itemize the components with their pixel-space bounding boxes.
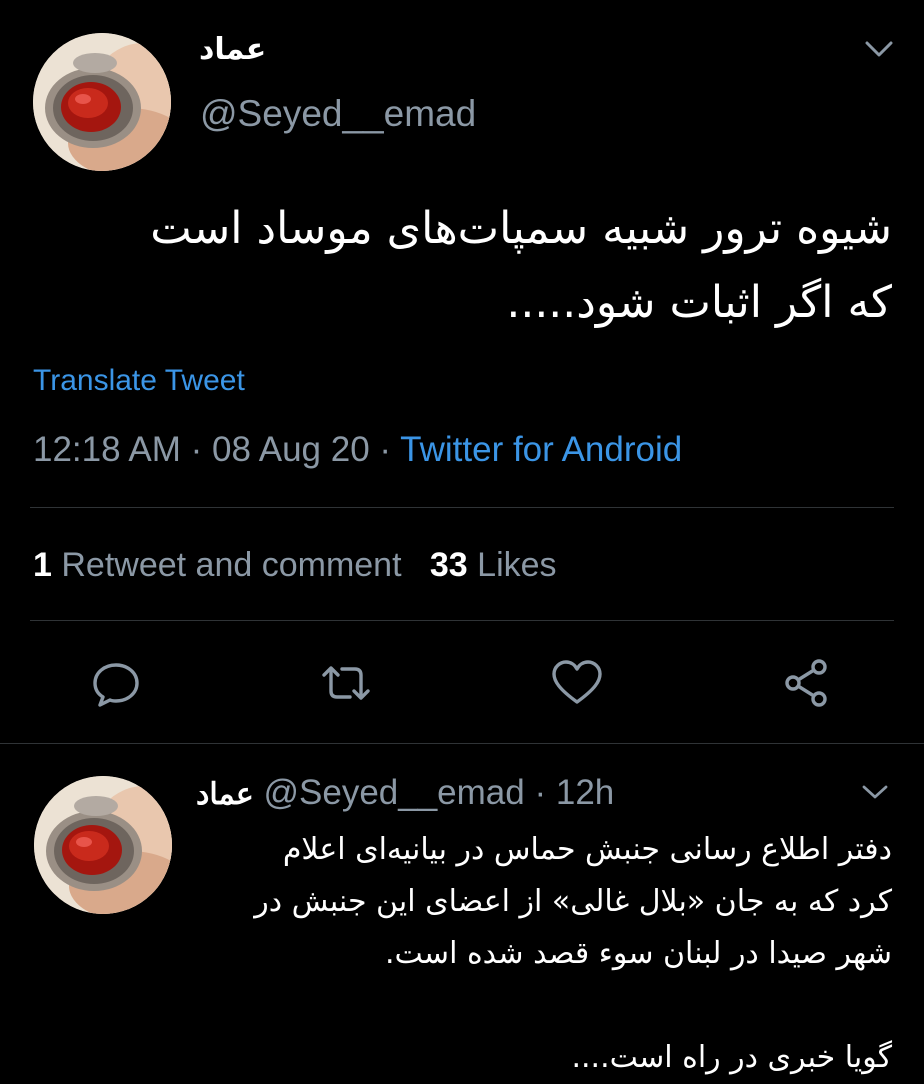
likes-label: Likes <box>477 546 557 584</box>
tweet-time: 12:18 AM <box>33 430 181 469</box>
ring-photo-avatar <box>34 776 172 914</box>
heart-icon <box>552 660 602 704</box>
reply-text-blank-line <box>190 980 892 1032</box>
reply-age: 12h <box>555 773 615 812</box>
chevron-down-icon <box>865 41 893 57</box>
reply-separator: · <box>534 773 547 812</box>
tweet-date: 08 Aug 20 <box>212 430 370 469</box>
reply-text-line: دفتر اطلاع رسانی جنبش حماس در بیانیه‌ای … <box>282 832 892 867</box>
chevron-down-icon <box>862 785 888 799</box>
likes-stat[interactable]: 33 Likes <box>430 546 557 584</box>
reply-handle[interactable]: @Seyed__emad <box>263 773 524 812</box>
reply-text: دفتر اطلاع رسانی جنبش حماس در بیانیه‌ای … <box>190 824 892 1084</box>
tweet-source-link[interactable]: Twitter for Android <box>400 430 682 469</box>
tweet-menu-button[interactable] <box>862 36 896 62</box>
reply-display-name[interactable]: عماد <box>196 778 254 811</box>
share-icon <box>785 659 827 707</box>
retweets-label: Retweet and comment <box>61 546 402 584</box>
tweet-text: شیوه ترور شبیه سمپات‌های موساد است که اگ… <box>30 192 892 340</box>
meta-separator: · <box>190 430 203 469</box>
reply-text-line: گویا خبری در راه است.... <box>571 1040 892 1075</box>
comment-bubble-icon <box>93 663 139 707</box>
reply-text-line: شهر صیدا در لبنان سوء قصد شده است. <box>384 936 892 971</box>
divider <box>30 620 894 621</box>
retweet-button[interactable] <box>318 655 374 711</box>
tweet-meta: 12:18 AM · 08 Aug 20 · Twitter for Andro… <box>33 430 682 470</box>
reply-menu-button[interactable] <box>860 781 890 803</box>
ring-photo-avatar <box>33 33 171 171</box>
author-avatar[interactable] <box>33 33 171 171</box>
reply-button[interactable] <box>88 655 144 711</box>
tweet-text-line: شیوه ترور شبیه سمپات‌های موساد است <box>150 203 892 254</box>
tweet-text-line: که اگر اثبات شود..... <box>506 277 892 328</box>
reply-author-avatar[interactable] <box>34 776 172 914</box>
likes-count: 33 <box>429 546 468 584</box>
engagement-stats: 1 Retweet and comment 33 Likes <box>33 546 557 585</box>
share-button[interactable] <box>779 655 835 711</box>
retweets-stat[interactable]: 1 Retweet and comment <box>33 546 402 584</box>
author-handle[interactable]: @Seyed__emad <box>200 93 476 135</box>
reply-header: عماد @Seyed__emad · 12h <box>196 773 614 813</box>
meta-separator: · <box>379 430 392 469</box>
translate-tweet-link[interactable]: Translate Tweet <box>33 364 245 398</box>
author-display-name[interactable]: عماد <box>199 32 266 67</box>
retweets-count: 1 <box>33 546 52 584</box>
divider <box>30 507 894 508</box>
reply-text-line: کرد که به جان «بلال غالی» از اعضای این ج… <box>254 884 892 919</box>
like-button[interactable] <box>549 655 605 711</box>
retweet-icon <box>322 666 370 700</box>
divider <box>0 743 924 744</box>
